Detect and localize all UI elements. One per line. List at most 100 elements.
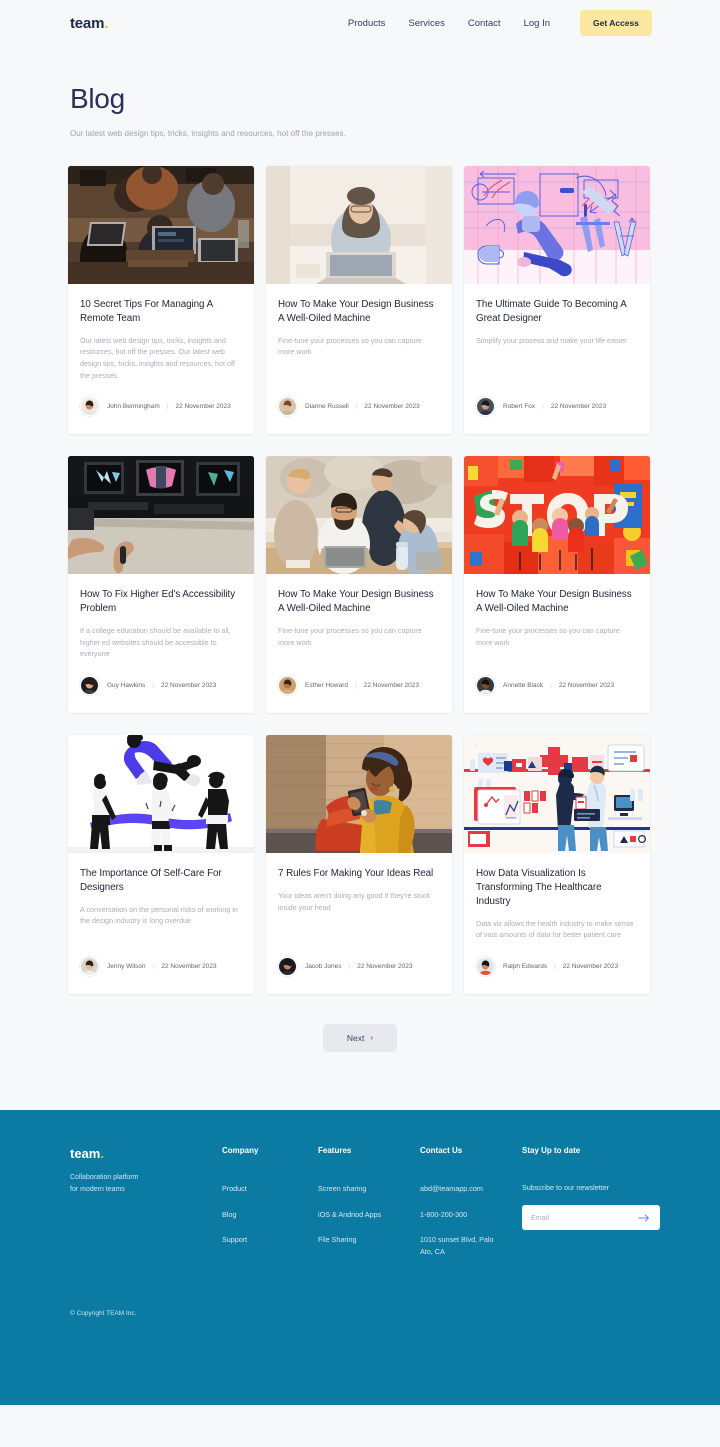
post-body: How To Make Your Design Business A Well-… bbox=[464, 574, 650, 660]
post-card[interactable]: How To Make Your Design Business A Well-… bbox=[266, 165, 452, 435]
footer-link-screen-sharing[interactable]: Screen sharing bbox=[318, 1183, 420, 1195]
nav-item-products[interactable]: Products bbox=[348, 18, 386, 29]
main-nav: Products Services Contact Log In Get Acc… bbox=[348, 10, 652, 36]
footer-logo-text: team bbox=[70, 1146, 101, 1162]
post-excerpt: Your ideas aren't doing any good if they… bbox=[278, 890, 431, 912]
post-meta: Jacob Jones | 22 November 2023 bbox=[266, 957, 452, 994]
post-body: How To Make Your Design Business A Well-… bbox=[266, 284, 452, 381]
arrow-right-icon bbox=[638, 1213, 649, 1222]
post-thumbnail bbox=[464, 165, 650, 284]
post-date: 22 November 2023 bbox=[161, 682, 217, 690]
newsletter-label: Subscribe to our newsletter bbox=[522, 1183, 610, 1193]
footer-logo[interactable]: team. bbox=[70, 1146, 222, 1161]
author-avatar bbox=[80, 676, 99, 696]
post-date: 22 November 2023 bbox=[558, 682, 615, 690]
post-title[interactable]: How Data Visualization Is Transforming T… bbox=[476, 867, 638, 909]
byline-separator: | bbox=[554, 963, 556, 971]
post-card[interactable]: How To Make Your Design Business A Well-… bbox=[266, 456, 452, 714]
footer-heading-features: Features bbox=[318, 1146, 352, 1156]
post-card[interactable]: The Ultimate Guide To Becoming A Great D… bbox=[464, 165, 650, 435]
post-card[interactable]: How Data Visualization Is Transforming T… bbox=[464, 735, 650, 995]
post-title[interactable]: How To Make Your Design Business A Well-… bbox=[476, 588, 638, 616]
post-title[interactable]: How To Fix Higher Ed's Accessibility Pro… bbox=[80, 588, 242, 616]
footer-contact-phone[interactable]: 1-800-200-300 bbox=[420, 1209, 522, 1221]
footer-link-blog[interactable]: Blog bbox=[222, 1209, 318, 1221]
nav-item-services[interactable]: Services bbox=[408, 18, 444, 29]
page-subtitle: Our latest web design tips, tricks, insi… bbox=[70, 128, 346, 138]
chevron-right-icon: › bbox=[370, 1033, 374, 1043]
byline-separator: | bbox=[152, 963, 155, 971]
footer-logo-dot: . bbox=[100, 1146, 104, 1162]
newsletter-submit-button[interactable] bbox=[637, 1211, 651, 1225]
post-author: Esther Howard bbox=[305, 682, 348, 690]
post-author: Jacob Jones bbox=[305, 963, 342, 971]
post-excerpt: Fine-tune your processes so you can capt… bbox=[278, 626, 422, 647]
post-body: How Data Visualization Is Transforming T… bbox=[464, 853, 650, 941]
author-avatar bbox=[80, 397, 99, 417]
footer-column-newsletter: Stay Up to date Subscribe to our newslet… bbox=[522, 1146, 660, 1271]
post-card[interactable]: The Importance Of Self-Care For Designer… bbox=[68, 735, 254, 995]
byline-separator: | bbox=[355, 403, 358, 411]
post-thumbnail bbox=[68, 165, 254, 284]
footer-link-ios-android-apps[interactable]: iOS & Andriod Apps bbox=[318, 1209, 420, 1221]
post-date: 22 November 2023 bbox=[363, 682, 419, 690]
post-title[interactable]: 7 Rules For Making Your Ideas Real bbox=[278, 867, 440, 881]
post-card[interactable]: How To Make Your Design Business A Well-… bbox=[464, 456, 650, 714]
author-avatar bbox=[278, 676, 297, 696]
footer-column-company: Company Product Blog Support bbox=[222, 1146, 318, 1271]
post-thumbnail bbox=[464, 735, 650, 854]
post-author: Jenny Wilson bbox=[107, 963, 146, 971]
post-body: The Ultimate Guide To Becoming A Great D… bbox=[464, 284, 650, 381]
footer-contact-email[interactable]: abd@teamapp.com bbox=[420, 1183, 522, 1195]
site-footer: team. Collaboration platform for modern … bbox=[0, 1110, 720, 1406]
author-avatar bbox=[476, 957, 495, 977]
post-title[interactable]: The Importance Of Self-Care For Designer… bbox=[80, 867, 242, 895]
byline-separator: | bbox=[550, 682, 552, 690]
footer-tagline-line1: Collaboration platform bbox=[70, 1174, 139, 1182]
footer-link-support[interactable]: Support bbox=[222, 1234, 318, 1246]
post-excerpt: Fine-tune your processes so you can capt… bbox=[476, 626, 620, 647]
logo-dot: . bbox=[104, 14, 109, 32]
post-byline: Guy Hawkins | 22 November 2023 bbox=[107, 682, 216, 689]
next-page-button[interactable]: Next › bbox=[322, 1024, 398, 1053]
post-date: 22 November 2023 bbox=[364, 403, 420, 411]
post-excerpt: If a college education should be availab… bbox=[80, 626, 231, 659]
post-body: 10 Secret Tips For Managing A Remote Tea… bbox=[68, 284, 254, 381]
site-logo[interactable]: team. bbox=[70, 15, 108, 32]
post-grid: 10 Secret Tips For Managing A Remote Tea… bbox=[68, 165, 652, 995]
post-title[interactable]: 10 Secret Tips For Managing A Remote Tea… bbox=[80, 298, 242, 326]
footer-tagline: Collaboration platform for modern teams bbox=[70, 1172, 222, 1197]
post-date: 22 November 2023 bbox=[175, 403, 231, 411]
nav-item-contact[interactable]: Contact bbox=[468, 18, 501, 29]
author-avatar bbox=[80, 957, 99, 977]
post-byline: Annette Black | 22 November 2023 bbox=[503, 682, 614, 689]
newsletter-email-input[interactable] bbox=[531, 1213, 637, 1223]
get-access-button[interactable]: Get Access bbox=[580, 10, 652, 36]
nav-item-login[interactable]: Log In bbox=[524, 18, 550, 29]
footer-link-file-sharing[interactable]: File Sharing bbox=[318, 1234, 420, 1246]
post-title[interactable]: How To Make Your Design Business A Well-… bbox=[278, 588, 440, 616]
post-title[interactable]: How To Make Your Design Business A Well-… bbox=[278, 298, 440, 326]
post-title[interactable]: The Ultimate Guide To Becoming A Great D… bbox=[476, 298, 638, 326]
footer-tagline-line2: for modern teams bbox=[70, 1186, 125, 1194]
post-author: John Bermingham bbox=[107, 403, 160, 411]
post-body: How To Fix Higher Ed's Accessibility Pro… bbox=[68, 574, 254, 660]
byline-separator: | bbox=[355, 682, 357, 690]
footer-column-contact: Contact Us abd@teamapp.com 1-800-200-300… bbox=[420, 1146, 522, 1271]
page-title: Blog bbox=[70, 83, 125, 114]
footer-heading-contact: Contact Us bbox=[420, 1146, 463, 1156]
post-thumbnail bbox=[266, 735, 452, 854]
pagination: Next › bbox=[0, 1024, 720, 1053]
post-date: 22 November 2023 bbox=[550, 403, 607, 411]
post-card[interactable]: 7 Rules For Making Your Ideas Real Your … bbox=[266, 735, 452, 995]
post-author: Guy Hawkins bbox=[107, 682, 146, 690]
post-byline: Dianne Russell | 22 November 2023 bbox=[305, 403, 420, 410]
post-card[interactable]: How To Fix Higher Ed's Accessibility Pro… bbox=[68, 456, 254, 714]
post-card[interactable]: 10 Secret Tips For Managing A Remote Tea… bbox=[68, 165, 254, 435]
footer-copyright: © Copyright TEAM Inc. bbox=[70, 1310, 137, 1318]
post-body: How To Make Your Design Business A Well-… bbox=[266, 574, 452, 660]
footer-columns: team. Collaboration platform for modern … bbox=[70, 1146, 660, 1271]
author-avatar bbox=[476, 676, 495, 696]
footer-link-product[interactable]: Product bbox=[222, 1183, 318, 1195]
post-byline: Jacob Jones | 22 November 2023 bbox=[305, 963, 413, 970]
